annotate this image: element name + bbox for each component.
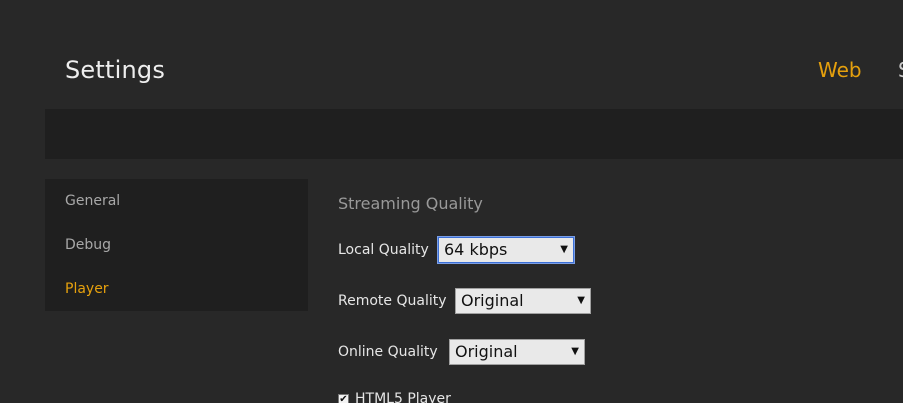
html5-player-label: HTML5 Player [355, 391, 451, 403]
sidebar-item-general[interactable]: General [65, 193, 120, 209]
remote-quality-value: Original [461, 291, 524, 310]
remote-quality-label: Remote Quality [338, 293, 447, 309]
local-quality-label: Local Quality [338, 242, 429, 258]
remote-quality-select[interactable]: Original ▼ [455, 288, 591, 314]
tab-next[interactable]: S [898, 58, 903, 82]
chevron-down-icon: ▼ [571, 346, 579, 357]
local-quality-select[interactable]: 64 kbps ▼ [438, 237, 574, 263]
chevron-down-icon: ▼ [560, 244, 568, 255]
sidebar: General Debug Player [45, 179, 308, 311]
checkmark-icon: ✔ [339, 394, 348, 403]
chevron-down-icon: ▼ [577, 295, 585, 306]
settings-page: Settings Web S General Debug Player Stre… [0, 0, 903, 403]
online-quality-label: Online Quality [338, 344, 438, 360]
online-quality-value: Original [455, 342, 518, 361]
tab-web[interactable]: Web [818, 58, 862, 82]
page-title: Settings [65, 56, 166, 84]
online-quality-select[interactable]: Original ▼ [449, 339, 585, 365]
html5-player-checkbox[interactable]: ✔ [338, 394, 349, 403]
section-title-streaming-quality: Streaming Quality [338, 194, 483, 213]
sidebar-item-player[interactable]: Player [65, 281, 109, 297]
toolbar-bar [45, 109, 903, 159]
sidebar-item-debug[interactable]: Debug [65, 237, 111, 253]
local-quality-value: 64 kbps [444, 240, 508, 259]
